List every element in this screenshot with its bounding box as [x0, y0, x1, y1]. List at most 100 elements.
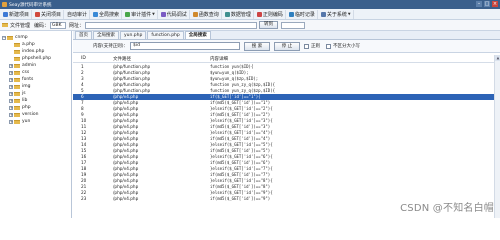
expand-icon[interactable]: + — [9, 70, 13, 75]
tree-item[interactable]: + yun — [9, 118, 30, 125]
menu-item[interactable]: 正则编码 — [255, 9, 286, 19]
expand-icon[interactable]: + — [9, 119, 13, 124]
folder-icon — [14, 70, 20, 75]
folder-icon — [14, 105, 20, 110]
folder-icon — [14, 112, 20, 117]
menu-item-label: 代码调试 — [166, 11, 187, 18]
no-case-label: 不区分大小写 — [333, 44, 361, 49]
tab[interactable]: 全局搜索 — [184, 31, 211, 39]
folder-icon — [14, 77, 20, 82]
tree-item-label: phpshell.php — [22, 56, 52, 61]
expand-icon[interactable]: + — [9, 84, 13, 89]
menu-icon — [125, 11, 131, 17]
file-tree: − cnmp a.php index.php phpshell.php + admin + cs… — [0, 31, 72, 218]
url-label: 网址： — [69, 22, 85, 29]
menu-item[interactable]: 代码调试 — [159, 9, 190, 19]
close-icon[interactable]: × — [492, 1, 498, 7]
menu-item[interactable]: 关闭项目 — [33, 9, 65, 19]
menu-item[interactable]: 关于系统 ▼ — [319, 9, 354, 19]
column-header-id[interactable]: ID — [81, 56, 86, 61]
menu-icon — [256, 11, 262, 17]
search-input[interactable]: $id — [130, 42, 241, 50]
chevron-down-icon: ▼ — [347, 12, 351, 16]
encoding-label: 编码： — [34, 22, 50, 29]
go-button[interactable]: 转到 — [259, 21, 279, 29]
tab[interactable]: yun.php — [120, 31, 147, 39]
tree-item[interactable]: index.php — [9, 48, 44, 55]
menu-item[interactable]: 数据管理 — [223, 9, 254, 19]
expand-icon[interactable]: + — [9, 98, 13, 103]
tree-item[interactable]: + admin — [9, 62, 36, 69]
tab[interactable]: 全局搜索 — [93, 31, 119, 39]
no-case-checkbox[interactable]: 不区分大小写 — [326, 43, 360, 49]
tree-item-label: lib — [22, 98, 28, 103]
folder-icon — [2, 23, 8, 27]
menu-item[interactable]: 临时记录 — [287, 9, 318, 19]
maximize-icon[interactable]: □ — [484, 1, 490, 7]
menu-icon — [3, 11, 8, 17]
tree-item[interactable]: + lib — [9, 97, 27, 104]
column-header-content[interactable]: 内容详细 — [210, 56, 228, 62]
menu-item-label: 临时记录 — [294, 11, 315, 18]
tab-strip: 首页 全局搜索 yun.php function.php 全局搜索 — [73, 31, 500, 40]
expand-icon[interactable]: + — [9, 112, 13, 117]
expand-icon[interactable]: + — [9, 77, 13, 82]
tree-item[interactable]: + img — [9, 83, 31, 90]
url-input[interactable] — [85, 21, 258, 29]
menu-item[interactable]: 审计插件 ▼ — [123, 9, 158, 19]
stop-button[interactable]: 停 止 — [274, 41, 301, 51]
menu-item[interactable]: 全局搜索 — [91, 9, 123, 19]
menu-bar: 新建项目 关闭项目 自动审计 全局搜索 审计插件 ▼ 代码调试 函数查询 数据管理 正则编码 临时记… — [0, 9, 500, 20]
title-bar: Seay源代码审计系统 – □ × — [0, 0, 500, 9]
tree-item-label: a.php — [22, 42, 35, 47]
tab[interactable]: 首页 — [75, 31, 92, 39]
tree-item[interactable]: a.php — [9, 41, 35, 48]
folder-icon — [7, 35, 13, 40]
menu-item[interactable]: 函数查询 — [191, 9, 222, 19]
menu-item-label: 自动审计 — [67, 11, 88, 18]
vertical-scrollbar[interactable]: ▲ — [494, 55, 500, 218]
file-manager-button[interactable]: 文件管理 — [10, 22, 30, 29]
menu-item-label: 审计插件 — [131, 11, 152, 18]
menu-icon — [288, 11, 294, 17]
menu-item-label: 关闭项目 — [41, 11, 62, 18]
menu-item-label: 全局搜索 — [99, 11, 120, 18]
checkbox-icon — [304, 43, 310, 49]
folder-icon — [14, 49, 20, 54]
menu-item[interactable]: 新建项目 — [1, 9, 33, 19]
tree-item-label: img — [22, 84, 31, 89]
collapse-icon[interactable]: − — [2, 35, 6, 40]
tab[interactable]: function.php — [147, 31, 184, 39]
regex-checkbox[interactable]: 正则 — [304, 43, 320, 49]
tree-item[interactable]: + js — [9, 90, 26, 97]
menu-icon — [35, 11, 41, 17]
menu-item-label: 关于系统 — [326, 11, 347, 18]
tree-item-label: php — [22, 105, 31, 110]
encoding-select[interactable]: GBK — [50, 21, 67, 29]
tree-item-label: version — [22, 112, 39, 117]
search-button[interactable]: 搜 索 — [244, 41, 271, 51]
folder-icon — [14, 56, 20, 61]
folder-icon — [14, 42, 20, 47]
column-header-path[interactable]: 文件路径 — [113, 56, 131, 62]
tree-item[interactable]: + version — [9, 111, 38, 118]
tree-item[interactable]: + php — [9, 104, 31, 111]
folder-icon — [14, 98, 20, 103]
menu-icon — [192, 11, 198, 17]
expand-icon[interactable]: + — [9, 63, 13, 68]
tree-item[interactable]: + css — [9, 69, 29, 76]
expand-icon[interactable]: + — [9, 91, 13, 96]
menu-item[interactable]: 自动审计 — [65, 9, 91, 19]
expand-icon[interactable]: + — [9, 105, 13, 110]
tree-item[interactable]: + fonts — [9, 76, 33, 83]
tree-item[interactable]: − cnmp — [2, 34, 28, 41]
menu-icon — [224, 11, 230, 17]
tree-item[interactable]: phpshell.php — [9, 55, 51, 62]
row-content: if(md5($_GET['id'])=="9") — [210, 196, 271, 201]
filter-input[interactable] — [281, 21, 306, 29]
menu-icon — [93, 11, 99, 17]
minimize-icon[interactable]: – — [476, 1, 482, 7]
scroll-up-icon[interactable]: ▲ — [495, 55, 500, 61]
folder-icon — [14, 63, 20, 68]
tree-item-label: cnmp — [15, 35, 28, 40]
